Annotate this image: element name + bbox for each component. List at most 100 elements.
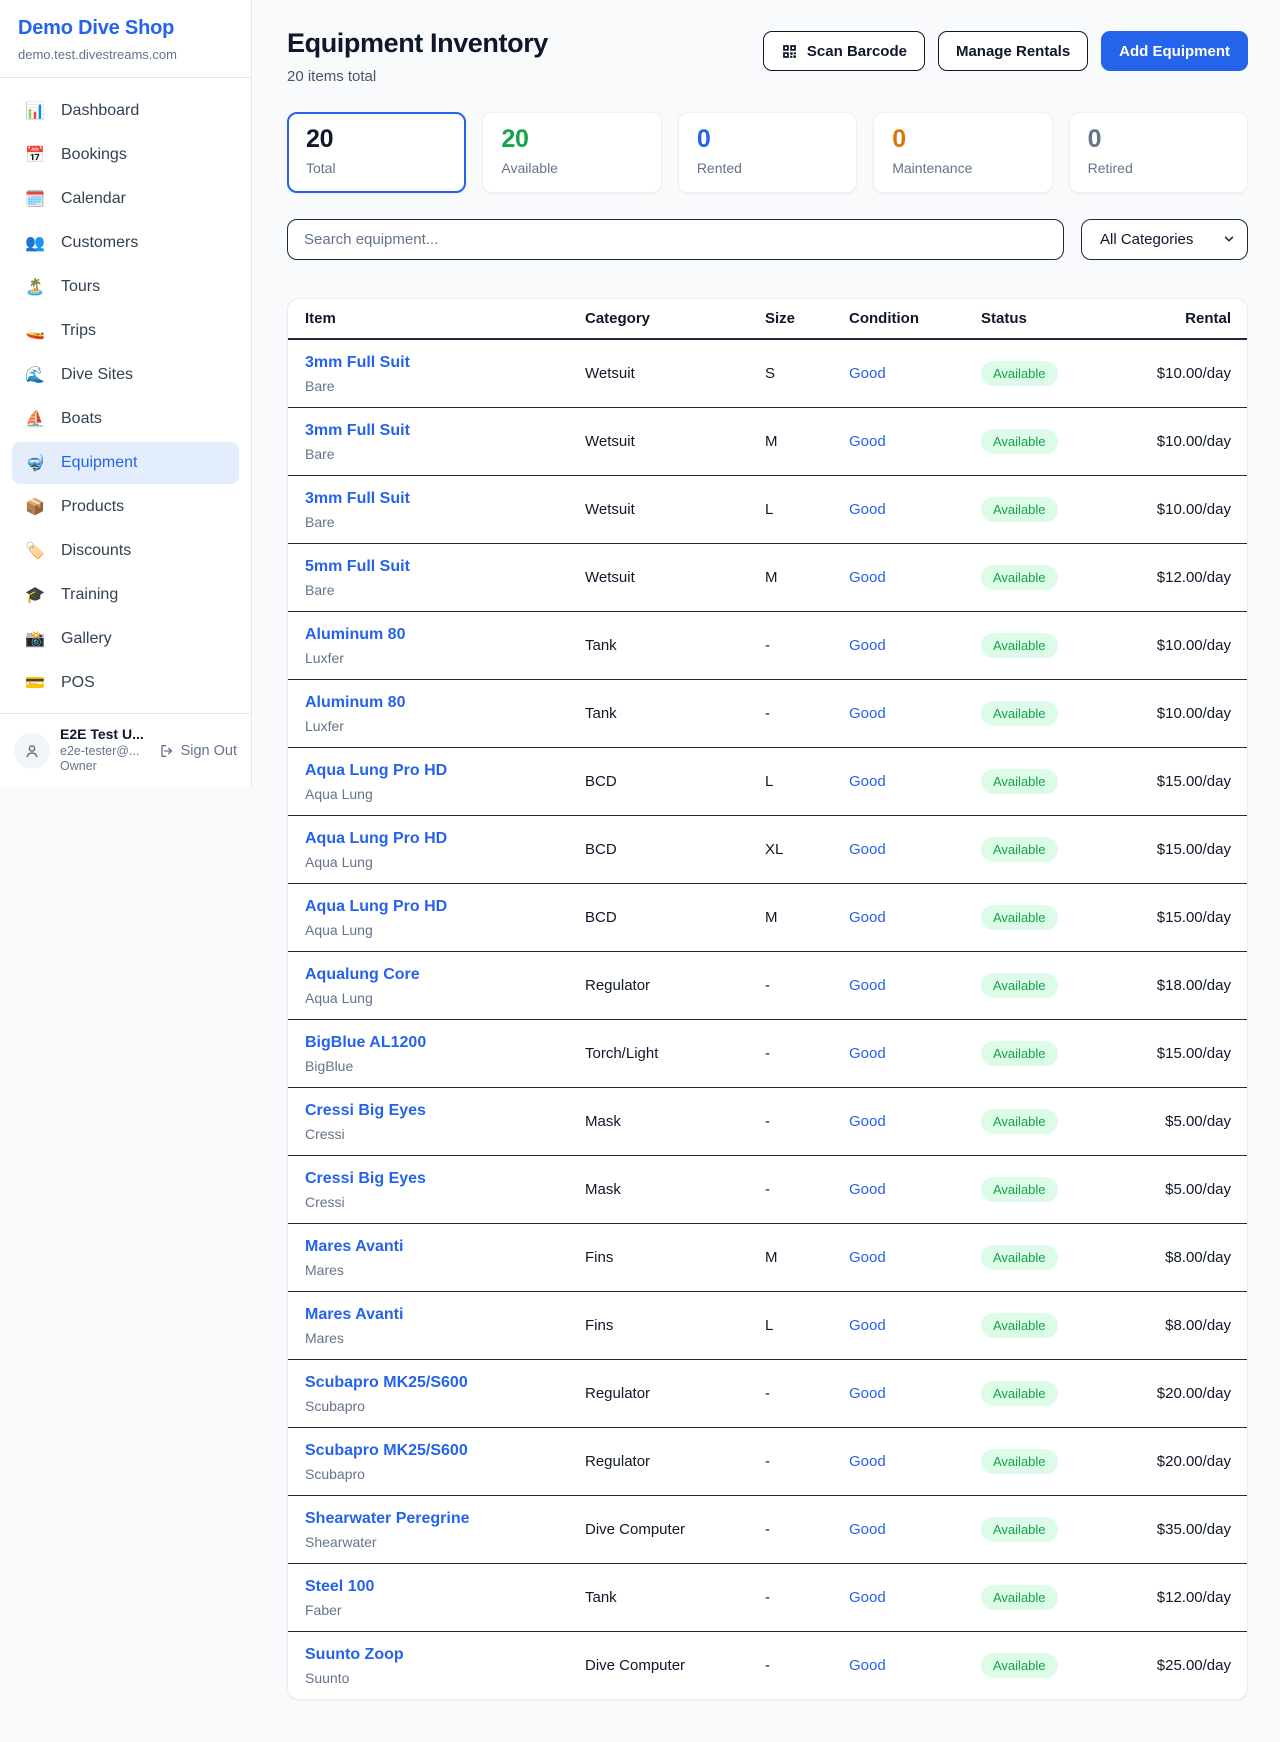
item-name-link[interactable]: Scubapro MK25/S600 bbox=[305, 1441, 585, 1461]
table-row[interactable]: Aluminum 80 Luxfer Tank - Good Available… bbox=[288, 612, 1247, 680]
sidebar-item-pos[interactable]: 💳 POS bbox=[12, 662, 239, 704]
table-row[interactable]: Scubapro MK25/S600 Scubapro Regulator - … bbox=[288, 1428, 1247, 1496]
sidebar-item-label: Dashboard bbox=[61, 102, 139, 120]
item-name-link[interactable]: Scubapro MK25/S600 bbox=[305, 1373, 585, 1393]
sidebar-item-bookings[interactable]: 📅 Bookings bbox=[12, 134, 239, 176]
header-actions: Scan Barcode Manage Rentals Add Equipmen… bbox=[763, 31, 1248, 71]
table-row[interactable]: Scubapro MK25/S600 Scubapro Regulator - … bbox=[288, 1360, 1247, 1428]
item-condition-link[interactable]: Good bbox=[849, 1385, 886, 1402]
item-size: - bbox=[765, 1385, 770, 1402]
item-name-link[interactable]: Aluminum 80 bbox=[305, 625, 585, 645]
sidebar-item-calendar[interactable]: 🗓️ Calendar bbox=[12, 178, 239, 220]
item-brand: Cressi bbox=[305, 1126, 585, 1142]
sidebar-item-tours[interactable]: 🏝️ Tours bbox=[12, 266, 239, 308]
item-name-link[interactable]: Aqualung Core bbox=[305, 965, 585, 985]
table-row[interactable]: Aqua Lung Pro HD Aqua Lung BCD M Good Av… bbox=[288, 884, 1247, 952]
item-name-link[interactable]: 3mm Full Suit bbox=[305, 353, 585, 373]
stat-card-total[interactable]: 20 Total bbox=[287, 112, 466, 193]
item-condition-link[interactable]: Good bbox=[849, 1521, 886, 1538]
sidebar-item-discounts[interactable]: 🏷️ Discounts bbox=[12, 530, 239, 572]
sidebar-item-gallery[interactable]: 📸 Gallery bbox=[12, 618, 239, 660]
stat-card-available[interactable]: 20 Available bbox=[482, 112, 661, 193]
item-rental-rate: $12.00/day bbox=[1157, 569, 1231, 586]
item-brand: Aqua Lung bbox=[305, 786, 585, 802]
item-condition-link[interactable]: Good bbox=[849, 1589, 886, 1606]
item-size: L bbox=[765, 501, 773, 518]
table-row[interactable]: Suunto Zoop Suunto Dive Computer - Good … bbox=[288, 1632, 1247, 1700]
table-row[interactable]: Cressi Big Eyes Cressi Mask - Good Avail… bbox=[288, 1156, 1247, 1224]
item-condition-link[interactable]: Good bbox=[849, 773, 886, 790]
item-condition-link[interactable]: Good bbox=[849, 637, 886, 654]
table-row[interactable]: 3mm Full Suit Bare Wetsuit L Good Availa… bbox=[288, 476, 1247, 544]
item-condition-link[interactable]: Good bbox=[849, 1453, 886, 1470]
table-row[interactable]: Steel 100 Faber Tank - Good Available $1… bbox=[288, 1564, 1247, 1632]
table-row[interactable]: Aqualung Core Aqua Lung Regulator - Good… bbox=[288, 952, 1247, 1020]
stat-card-rented[interactable]: 0 Rented bbox=[678, 112, 857, 193]
table-row[interactable]: Shearwater Peregrine Shearwater Dive Com… bbox=[288, 1496, 1247, 1564]
item-name-link[interactable]: Mares Avanti bbox=[305, 1237, 585, 1257]
item-size: M bbox=[765, 569, 778, 586]
item-condition-link[interactable]: Good bbox=[849, 1317, 886, 1334]
table-row[interactable]: 3mm Full Suit Bare Wetsuit M Good Availa… bbox=[288, 408, 1247, 476]
scan-barcode-button[interactable]: Scan Barcode bbox=[763, 31, 925, 71]
item-name-link[interactable]: 3mm Full Suit bbox=[305, 421, 585, 441]
table-row[interactable]: Mares Avanti Mares Fins M Good Available… bbox=[288, 1224, 1247, 1292]
item-category: Fins bbox=[585, 1249, 613, 1266]
item-name-link[interactable]: Steel 100 bbox=[305, 1577, 585, 1597]
item-size: M bbox=[765, 909, 778, 926]
sidebar-item-customers[interactable]: 👥 Customers bbox=[12, 222, 239, 264]
item-condition-link[interactable]: Good bbox=[849, 705, 886, 722]
sidebar-item-equipment[interactable]: 🤿 Equipment bbox=[12, 442, 239, 484]
item-rental-rate: $15.00/day bbox=[1157, 773, 1231, 790]
item-condition-link[interactable]: Good bbox=[849, 365, 886, 382]
table-row[interactable]: 3mm Full Suit Bare Wetsuit S Good Availa… bbox=[288, 339, 1247, 408]
add-equipment-button[interactable]: Add Equipment bbox=[1101, 31, 1248, 71]
item-name-link[interactable]: Aqua Lung Pro HD bbox=[305, 829, 585, 849]
table-row[interactable]: Aqua Lung Pro HD Aqua Lung BCD XL Good A… bbox=[288, 816, 1247, 884]
manage-rentals-button[interactable]: Manage Rentals bbox=[938, 31, 1088, 71]
item-name-link[interactable]: Aqua Lung Pro HD bbox=[305, 761, 585, 781]
items-total-subtitle: 20 items total bbox=[287, 68, 548, 85]
status-badge: Available bbox=[981, 837, 1058, 862]
item-condition-link[interactable]: Good bbox=[849, 1113, 886, 1130]
item-condition-link[interactable]: Good bbox=[849, 1657, 886, 1674]
item-name-link[interactable]: Cressi Big Eyes bbox=[305, 1101, 585, 1121]
status-badge: Available bbox=[981, 1585, 1058, 1610]
category-select[interactable]: All Categories bbox=[1081, 219, 1248, 260]
item-name-link[interactable]: 3mm Full Suit bbox=[305, 489, 585, 509]
stat-card-retired[interactable]: 0 Retired bbox=[1069, 112, 1248, 193]
item-condition-link[interactable]: Good bbox=[849, 841, 886, 858]
item-condition-link[interactable]: Good bbox=[849, 1181, 886, 1198]
sign-out-button[interactable]: Sign Out bbox=[159, 743, 237, 759]
item-name-link[interactable]: Suunto Zoop bbox=[305, 1645, 585, 1665]
item-condition-link[interactable]: Good bbox=[849, 501, 886, 518]
search-input[interactable] bbox=[287, 219, 1064, 260]
item-name-link[interactable]: Aluminum 80 bbox=[305, 693, 585, 713]
user-meta: E2E Test U... e2e-tester@... Owner bbox=[60, 726, 144, 775]
sidebar-item-trips[interactable]: 🚤 Trips bbox=[12, 310, 239, 352]
item-name-link[interactable]: Cressi Big Eyes bbox=[305, 1169, 585, 1189]
item-condition-link[interactable]: Good bbox=[849, 977, 886, 994]
sidebar-item-training[interactable]: 🎓 Training bbox=[12, 574, 239, 616]
table-row[interactable]: BigBlue AL1200 BigBlue Torch/Light - Goo… bbox=[288, 1020, 1247, 1088]
sidebar-item-boats[interactable]: ⛵ Boats bbox=[12, 398, 239, 440]
item-name-link[interactable]: BigBlue AL1200 bbox=[305, 1033, 585, 1053]
item-condition-link[interactable]: Good bbox=[849, 433, 886, 450]
sidebar-item-dive-sites[interactable]: 🌊 Dive Sites bbox=[12, 354, 239, 396]
item-name-link[interactable]: 5mm Full Suit bbox=[305, 557, 585, 577]
item-name-link[interactable]: Aqua Lung Pro HD bbox=[305, 897, 585, 917]
table-row[interactable]: Cressi Big Eyes Cressi Mask - Good Avail… bbox=[288, 1088, 1247, 1156]
item-condition-link[interactable]: Good bbox=[849, 1249, 886, 1266]
item-name-link[interactable]: Mares Avanti bbox=[305, 1305, 585, 1325]
item-condition-link[interactable]: Good bbox=[849, 1045, 886, 1062]
table-row[interactable]: Mares Avanti Mares Fins L Good Available… bbox=[288, 1292, 1247, 1360]
item-condition-link[interactable]: Good bbox=[849, 569, 886, 586]
sidebar-item-dashboard[interactable]: 📊 Dashboard bbox=[12, 90, 239, 132]
item-name-link[interactable]: Shearwater Peregrine bbox=[305, 1509, 585, 1529]
item-condition-link[interactable]: Good bbox=[849, 909, 886, 926]
table-row[interactable]: Aqua Lung Pro HD Aqua Lung BCD L Good Av… bbox=[288, 748, 1247, 816]
table-row[interactable]: Aluminum 80 Luxfer Tank - Good Available… bbox=[288, 680, 1247, 748]
table-row[interactable]: 5mm Full Suit Bare Wetsuit M Good Availa… bbox=[288, 544, 1247, 612]
sidebar-item-products[interactable]: 📦 Products bbox=[12, 486, 239, 528]
stat-card-maintenance[interactable]: 0 Maintenance bbox=[873, 112, 1052, 193]
